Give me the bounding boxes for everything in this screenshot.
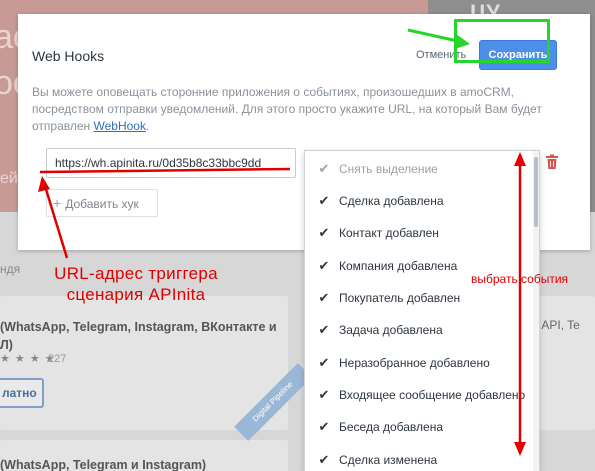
checkmark-icon: ✔	[318, 193, 330, 208]
option-label: Сделка изменена	[339, 453, 438, 467]
option-label: Входящее сообщение добавлено	[339, 388, 526, 402]
event-option[interactable]: ✔ Контакт добавлен	[305, 217, 531, 249]
scrollbar-thumb[interactable]	[534, 157, 538, 227]
rating-count: 227	[48, 353, 67, 365]
url-annotation-line2: сценария APInita	[66, 285, 206, 304]
url-annotation-label: URL-адрес триггера сценария APInita	[36, 263, 236, 305]
event-option[interactable]: ✔ Беседа добавлена	[305, 411, 531, 443]
cancel-button[interactable]: Отменить	[416, 49, 466, 61]
webhook-link[interactable]: WebHook	[94, 119, 146, 133]
plus-icon: +	[53, 195, 62, 211]
section-label: ндя	[0, 262, 21, 276]
event-option[interactable]: ✔ Сделка добавлена	[305, 185, 531, 217]
card-title: (WhatsApp, Telegram, Instagram, ВКонтакт…	[0, 320, 277, 352]
save-button[interactable]: Сохранить	[479, 40, 557, 70]
option-label: Неразобранное добавлено	[339, 356, 490, 370]
event-option[interactable]: ✔ Покупатель добавлен	[305, 282, 531, 314]
checkmark-icon: ✔	[318, 387, 330, 402]
checkmark-icon: ✔	[318, 161, 330, 176]
url-annotation-line1: URL-адрес триггера	[54, 264, 218, 283]
deselect-all-option[interactable]: ✔ Снять выделение	[305, 153, 531, 185]
install-button: латно	[0, 378, 44, 408]
checkmark-icon: ✔	[318, 452, 330, 467]
events-annotation-label: выбрать события	[471, 272, 569, 286]
option-label: Сделка добавлена	[339, 194, 444, 208]
checkmark-icon: ✔	[318, 419, 330, 434]
add-hook-label: Добавить хук	[65, 197, 139, 211]
event-option[interactable]: ✔ Входящее сообщение добавлено	[305, 379, 531, 411]
checkmark-icon: ✔	[318, 290, 330, 305]
option-label: Беседа добавлена	[339, 420, 443, 434]
checkmark-icon: ✔	[318, 258, 330, 273]
card-title: (WhatsApp, Telegram и Instagram)	[0, 458, 207, 471]
checkmark-icon: ✔	[318, 355, 330, 370]
integration-card	[540, 296, 595, 430]
modal-description: Вы можете оповещать сторонние приложения…	[32, 84, 572, 135]
dropdown-scrollbar[interactable]	[533, 151, 539, 471]
webhook-url-input[interactable]: https://wh.apinita.ru/0d35b8c33bbc9dd	[46, 148, 296, 178]
option-label: Снять выделение	[339, 162, 438, 176]
add-hook-button[interactable]: + Добавить хук	[46, 189, 158, 217]
checkmark-icon: ✔	[318, 322, 330, 337]
option-label: Контакт добавлен	[339, 226, 439, 240]
event-option[interactable]: ✔ Задача добавлена	[305, 314, 531, 346]
trash-icon[interactable]	[545, 154, 559, 170]
option-label: Компания добавлена	[339, 259, 458, 273]
event-option[interactable]: ✔ Сделка изменена	[305, 444, 531, 471]
checkmark-icon: ✔	[318, 225, 330, 240]
option-label: Покупатель добавлен	[339, 291, 461, 305]
option-label: Задача добавлена	[339, 323, 443, 337]
events-dropdown[interactable]: ✔ Снять выделение ✔ Сделка добавлена ✔ К…	[304, 150, 540, 471]
description-end: .	[145, 119, 150, 133]
event-option[interactable]: ✔ Неразобранное добавлено	[305, 347, 531, 379]
modal-title: Web Hooks	[32, 48, 105, 64]
